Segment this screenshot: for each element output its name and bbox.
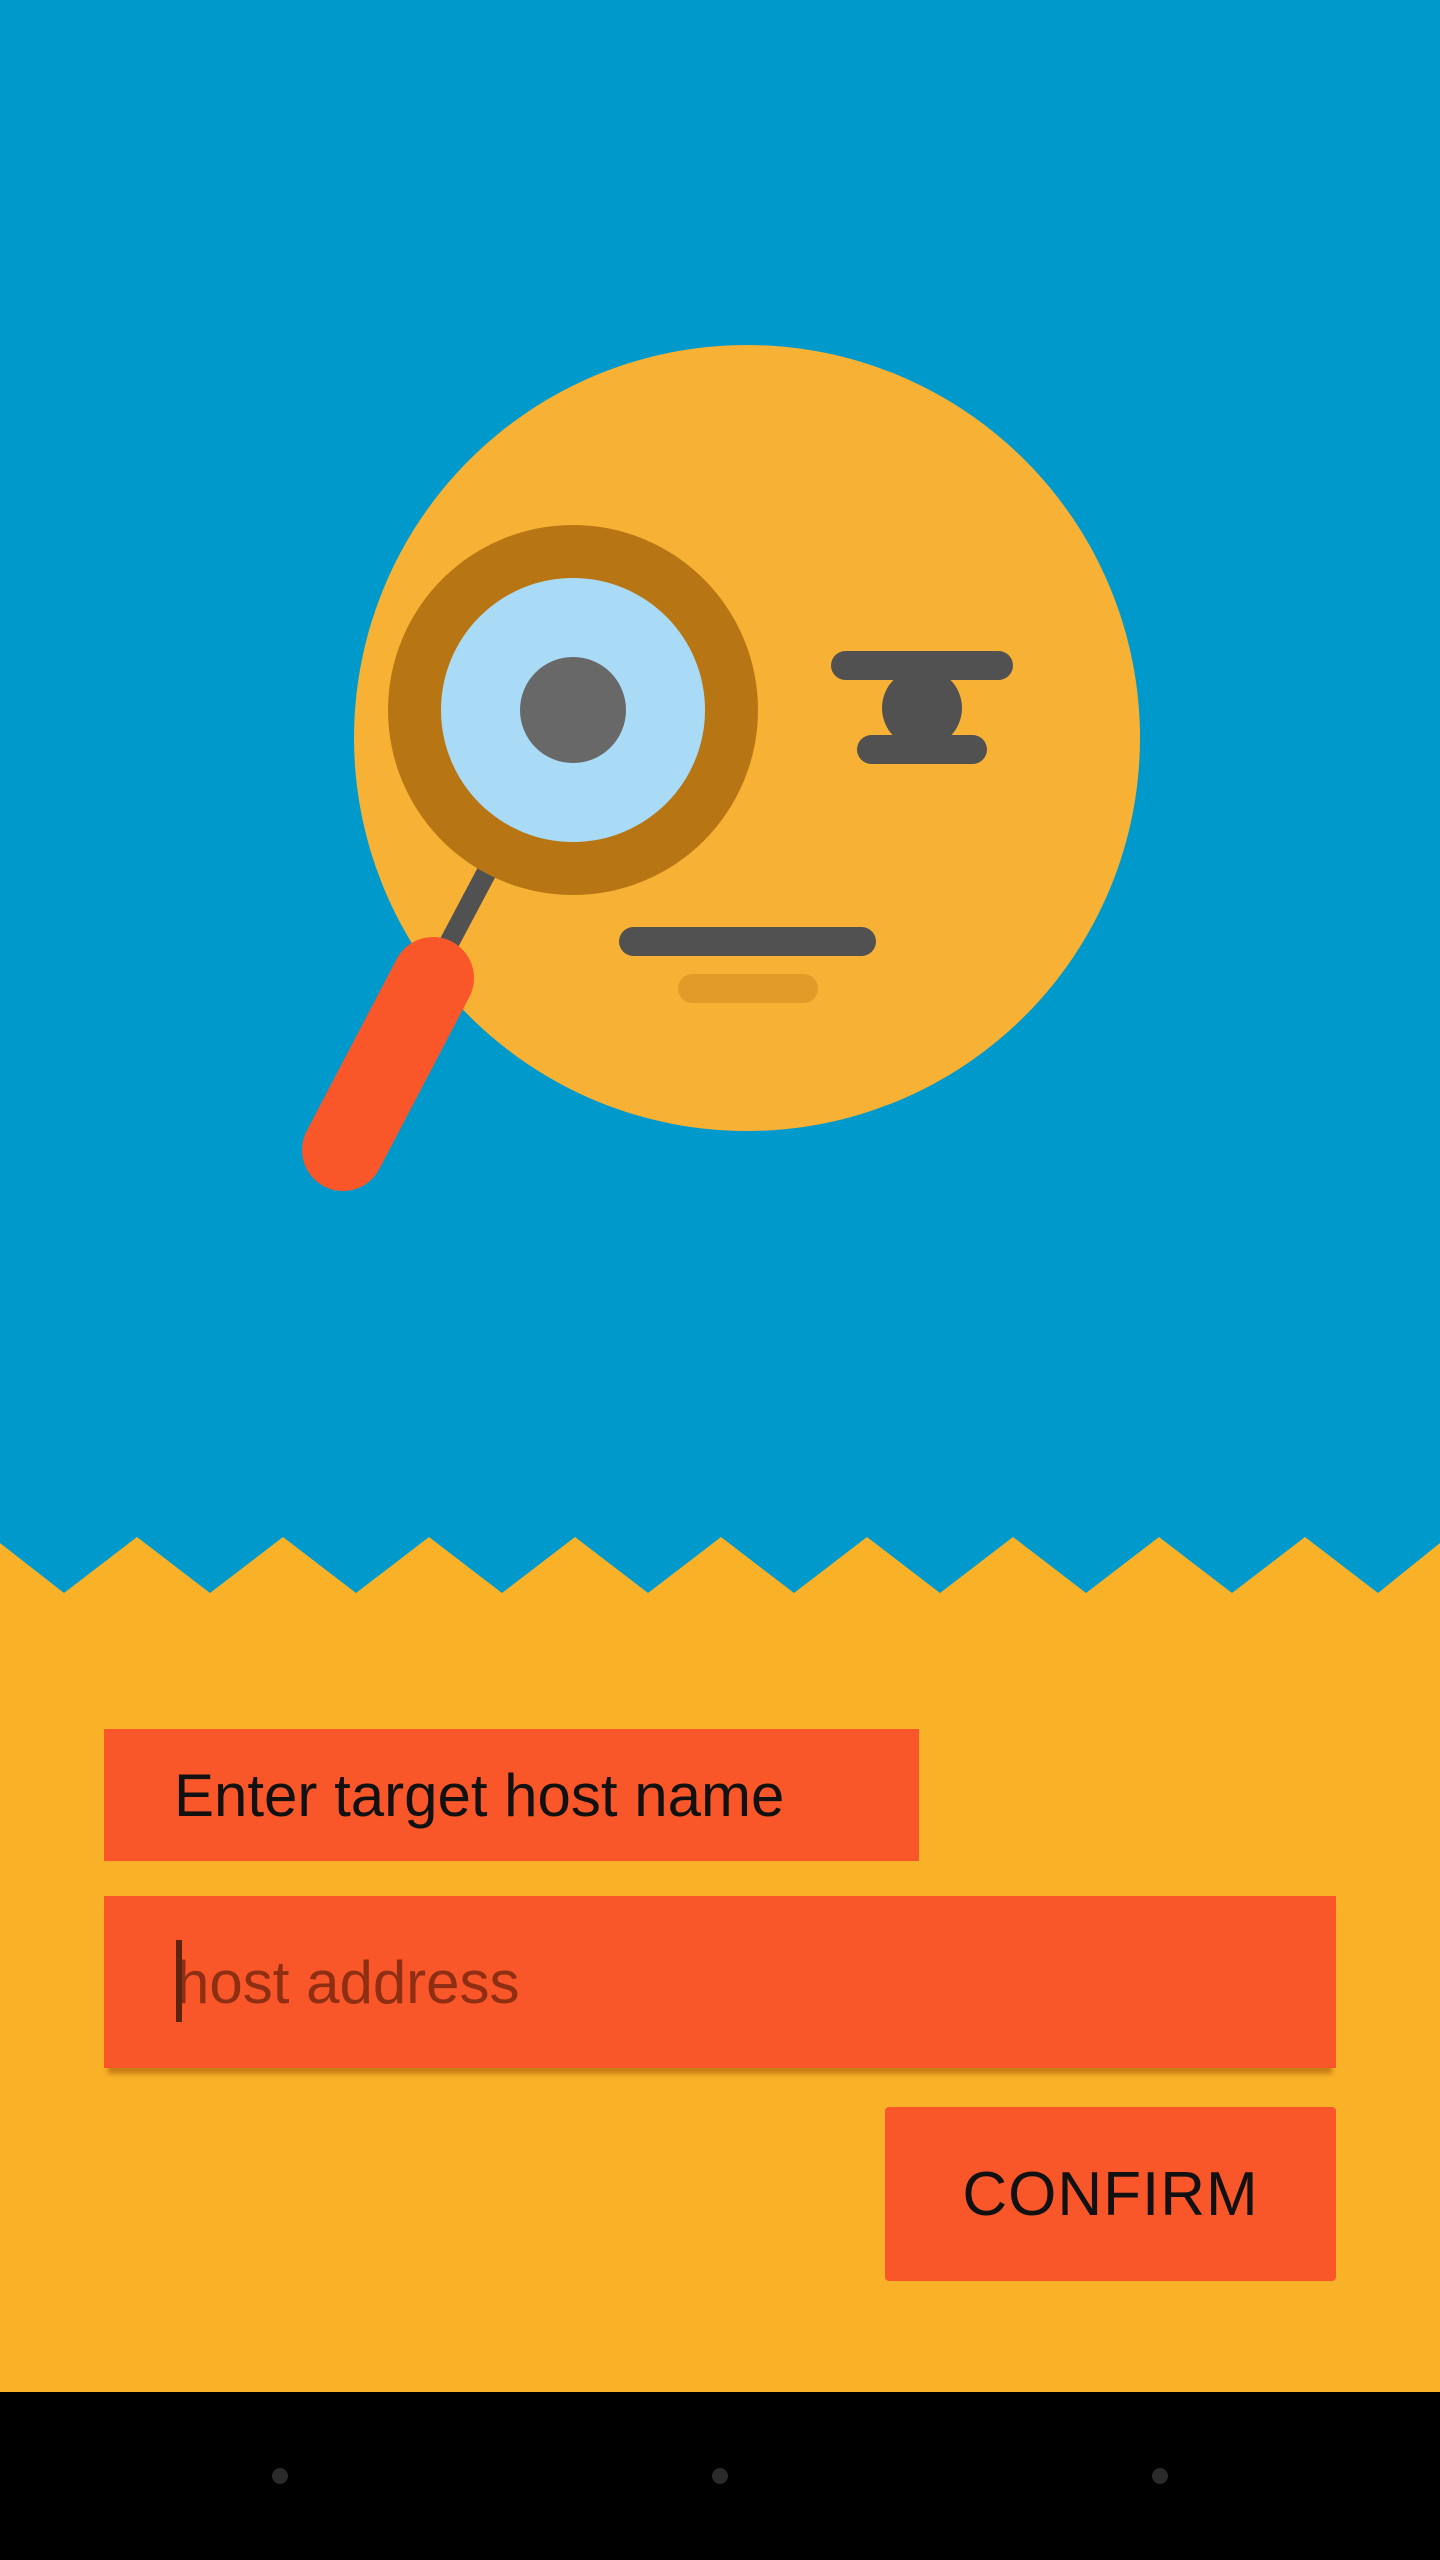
- app-screen: Enter target host name CONFIRM: [0, 0, 1440, 2560]
- host-address-input[interactable]: [104, 1896, 1336, 2068]
- host-address-field-container[interactable]: [104, 1896, 1336, 2068]
- host-name-label: Enter target host name: [174, 1761, 785, 1829]
- hero-illustration: [0, 0, 1440, 1600]
- home-dot-icon[interactable]: [712, 2468, 728, 2484]
- squint-eye-shape: [882, 668, 962, 748]
- chin-shape: [678, 974, 818, 1003]
- magnified-eye-pupil: [520, 657, 626, 763]
- text-cursor: [176, 1940, 182, 2022]
- host-name-label-box: Enter target host name: [104, 1729, 919, 1861]
- confirm-button-label: CONFIRM: [962, 2159, 1259, 2229]
- mouth-shape: [619, 927, 876, 956]
- back-dot-icon[interactable]: [272, 2468, 288, 2484]
- confirm-button[interactable]: CONFIRM: [885, 2107, 1336, 2281]
- recents-dot-icon[interactable]: [1152, 2468, 1168, 2484]
